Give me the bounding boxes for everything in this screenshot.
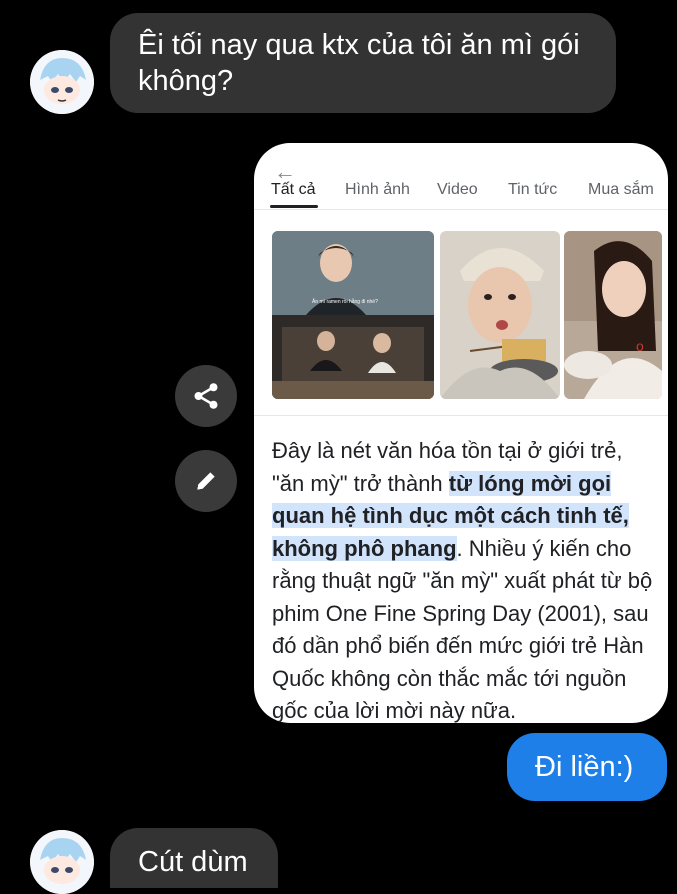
message-text: Êi tối nay qua ktx của tôi ăn mì gói khô… [138,29,580,97]
tab-shopping: Mua sắm [588,181,654,198]
divider [254,415,668,416]
image-caption: Ăn mì ramen rồi hẵng đi nhé? [312,299,378,305]
outgoing-message-bubble[interactable]: Đi liền:) [507,733,667,801]
tab-all: Tất cả [271,181,316,198]
image-result-drama-actress: o [564,231,662,399]
snippet-text-continued: . Nhiều ý kiến cho rằng thuật ngữ "ăn mỳ… [272,535,653,724]
search-tabs: ← Tất cả Hình ảnh Video Tin tức Mua sắm [254,143,668,210]
edit-button[interactable] [175,450,237,512]
image-result-drama-still: Ăn mì ramen rồi hẵng đi nhé? [272,231,434,399]
tab-images: Hình ảnh [345,181,410,198]
svg-text:o: o [636,338,644,354]
share-icon [194,383,218,409]
incoming-message-bubble[interactable]: Cút dùm [110,828,278,888]
avatar[interactable] [30,830,94,894]
search-snippet: Đây là nét văn hóa tồn tại ở giới trẻ, "… [272,435,656,723]
avatar[interactable] [30,50,94,114]
active-tab-indicator [270,205,318,208]
anime-avatar-image [30,50,94,114]
pencil-icon [197,472,215,490]
incoming-message-bubble[interactable]: Êi tối nay qua ktx của tôi ăn mì gói khô… [110,13,616,113]
tab-news: Tin tức [508,181,558,198]
shared-screenshot[interactable]: ← Tất cả Hình ảnh Video Tin tức Mua sắm [254,143,668,723]
message-text: Đi liền:) [535,751,634,783]
share-button[interactable] [175,365,237,427]
anime-avatar-image [30,830,94,894]
message-text: Cút dùm [138,846,248,878]
tab-video: Video [437,181,478,198]
image-result-eating-ramen [440,231,560,399]
